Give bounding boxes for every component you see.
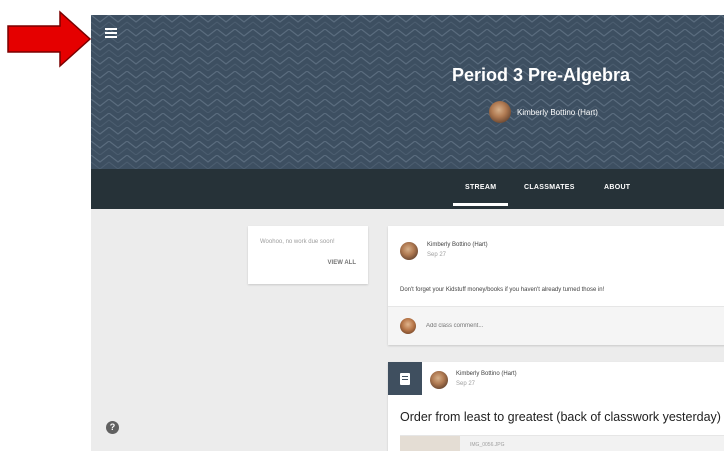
assignment-title[interactable]: Order from least to greatest (back of cl… [400, 410, 721, 424]
upcoming-work-card: Woohoo, no work due soon! VIEW ALL [248, 226, 368, 284]
assignment-icon[interactable] [388, 362, 422, 395]
author-avatar [430, 371, 448, 389]
user-avatar [400, 318, 416, 334]
assignment-post: Kimberly Bottino (Hart) Sep 27 Order fro… [388, 362, 724, 451]
teacher-info: Kimberly Bottino (Hart) [489, 101, 598, 123]
screenshot: Period 3 Pre-Algebra Kimberly Bottino (H… [0, 0, 724, 451]
post-author: Kimberly Bottino (Hart) [427, 242, 488, 248]
help-icon[interactable]: ? [106, 421, 119, 434]
attachment-card[interactable]: IMG_0056.JPG [400, 435, 724, 451]
teacher-name: Kimberly Bottino (Hart) [517, 107, 598, 117]
tab-classmates[interactable]: CLASSMATES [524, 184, 575, 191]
class-comment-input[interactable] [426, 321, 706, 331]
tab-stream[interactable]: STREAM [452, 184, 509, 206]
attachment-name: IMG_0056.JPG [470, 442, 505, 448]
post-text: Don't forget your Kidstuff money/books i… [400, 287, 605, 293]
announcement-post: Kimberly Bottino (Hart) Sep 27 Don't for… [388, 226, 724, 345]
chevron-pattern [91, 15, 724, 169]
hamburger-menu-icon[interactable] [103, 26, 119, 40]
comment-row [388, 307, 724, 345]
classroom-app: Period 3 Pre-Algebra Kimberly Bottino (H… [91, 15, 724, 451]
view-all-link[interactable]: VIEW ALL [328, 260, 356, 266]
class-title: Period 3 Pre-Algebra [451, 65, 631, 85]
teacher-avatar [489, 101, 511, 123]
class-banner: Period 3 Pre-Algebra Kimberly Bottino (H… [91, 15, 724, 169]
post-date[interactable]: Sep 27 [427, 252, 446, 258]
tab-about[interactable]: ABOUT [604, 184, 630, 191]
author-avatar [400, 242, 418, 260]
attachment-thumbnail [400, 436, 460, 451]
red-arrow-annotation [7, 10, 92, 68]
post-author: Kimberly Bottino (Hart) [456, 371, 517, 377]
upcoming-message: Woohoo, no work due soon! [260, 239, 335, 245]
post-date[interactable]: Sep 27 [456, 381, 475, 387]
tab-bar: STREAM CLASSMATES ABOUT [91, 169, 724, 209]
